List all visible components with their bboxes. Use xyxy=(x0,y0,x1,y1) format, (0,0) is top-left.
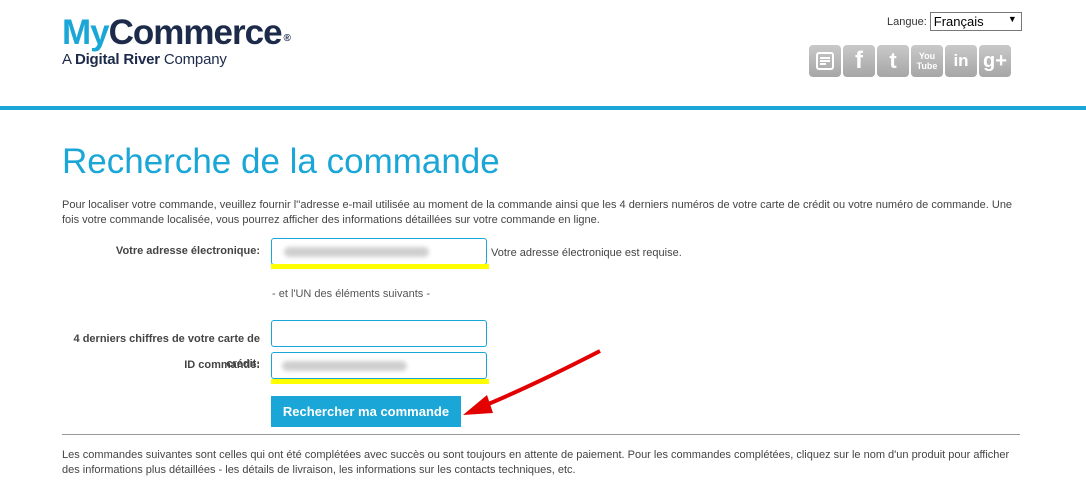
order-id-label: ID commande: xyxy=(184,359,260,371)
email-highlight xyxy=(271,264,489,269)
redacted-order-id xyxy=(282,361,407,371)
email-label: Votre adresse électronique: xyxy=(115,245,260,257)
intro-text: Pour localiser votre commande, veuillez … xyxy=(62,199,1013,226)
linkedin-icon[interactable]: in xyxy=(945,45,977,77)
card-digits-field[interactable] xyxy=(271,320,487,347)
twitter-icon[interactable]: t xyxy=(877,45,909,77)
language-label: Langue: xyxy=(887,15,927,28)
dropdown-arrow-icon: ▼ xyxy=(1007,14,1017,24)
email-required-hint: Votre adresse électronique est requise. xyxy=(491,247,682,259)
facebook-icon[interactable]: f xyxy=(843,45,875,77)
header-divider xyxy=(0,106,1086,110)
google-plus-icon[interactable]: g+ xyxy=(979,45,1011,77)
social-links: f t You Tube in g+ xyxy=(809,45,1011,77)
section-divider xyxy=(62,434,1020,435)
youtube-icon[interactable]: You Tube xyxy=(911,45,943,77)
site-header: MyCommerce ® A Digital River Company Lang… xyxy=(0,0,1086,108)
blog-icon[interactable] xyxy=(809,45,841,77)
mycommerce-logo[interactable]: MyCommerce ® A Digital River Company xyxy=(62,13,291,69)
language-select[interactable]: Français ▼ xyxy=(929,12,1022,31)
red-arrow-annotation xyxy=(463,349,601,415)
language-switcher: Langue: Français ▼ xyxy=(887,12,1022,31)
logo-tagline: A Digital River Company xyxy=(62,51,227,68)
page-title: Recherche de la commande xyxy=(62,142,500,181)
orders-note: Les commandes suivantes sont celles qui … xyxy=(62,449,1010,476)
email-field[interactable] xyxy=(271,238,487,265)
or-separator-text: - et l'UN des éléments suivants - xyxy=(272,288,430,300)
redacted-email xyxy=(284,247,429,257)
logo-wordmark: MyCommerce ® xyxy=(62,13,291,52)
search-order-button[interactable]: Rechercher ma commande xyxy=(271,396,461,427)
